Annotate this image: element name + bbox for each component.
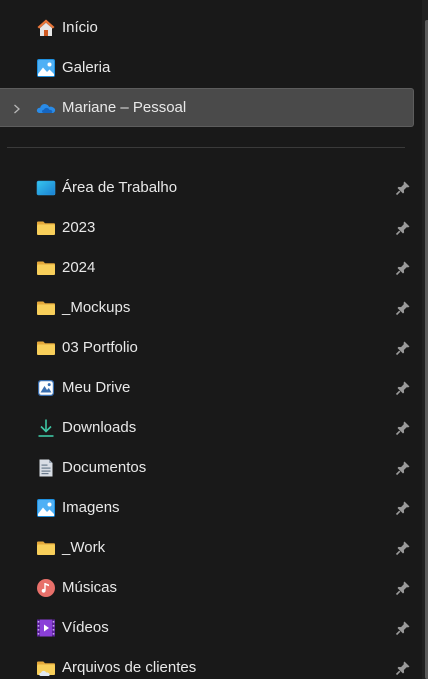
nav-item-2024[interactable]: 2024 (0, 248, 414, 288)
navigation-pane: Início Galeria Mariane – Pessoal Área de… (0, 0, 428, 679)
folder-icon (36, 218, 56, 238)
nav-item-documentos[interactable]: Documentos (0, 448, 414, 488)
nav-item-label: _Work (62, 539, 106, 556)
gallery-icon (36, 58, 56, 78)
documents-icon (36, 458, 56, 478)
nav-item-label: _Mockups (62, 299, 131, 316)
pin-icon[interactable] (395, 620, 411, 636)
drive-icon (36, 378, 56, 398)
pin-icon[interactable] (395, 540, 411, 556)
folder-icon (36, 338, 56, 358)
pin-icon[interactable] (395, 500, 411, 516)
nav-item-imagens[interactable]: Imagens (0, 488, 414, 528)
pin-icon[interactable] (395, 340, 411, 356)
pin-icon[interactable] (395, 300, 411, 316)
nav-item-label: Galeria (62, 59, 111, 76)
folder-icon (36, 538, 56, 558)
pin-icon[interactable] (395, 460, 411, 476)
nav-item-area-de-trabalho[interactable]: Área de Trabalho (0, 168, 414, 208)
section-divider (7, 147, 405, 148)
folder-icon (36, 298, 56, 318)
pin-icon[interactable] (395, 180, 411, 196)
pin-icon[interactable] (395, 660, 411, 676)
shared-folder-icon (36, 658, 56, 678)
nav-item-mockups[interactable]: _Mockups (0, 288, 414, 328)
nav-item-meu-drive[interactable]: Meu Drive (0, 368, 414, 408)
videos-icon (36, 618, 56, 638)
desktop-icon (36, 178, 56, 198)
nav-item-label: Documentos (62, 459, 147, 476)
onedrive-cloud-icon (36, 98, 56, 118)
nav-item-work[interactable]: _Work (0, 528, 414, 568)
nav-item-musicas[interactable]: Músicas (0, 568, 414, 608)
nav-item-label: Início (62, 19, 98, 36)
pictures-icon (36, 498, 56, 518)
nav-item-label: Arquivos de clientes (62, 659, 197, 676)
chevron-right-icon[interactable] (10, 101, 24, 117)
nav-item-03-portfolio[interactable]: 03 Portfolio (0, 328, 414, 368)
nav-item-label: 2023 (62, 219, 96, 236)
folder-icon (36, 258, 56, 278)
music-icon (36, 578, 56, 598)
nav-item-galeria[interactable]: Galeria (0, 48, 414, 88)
pin-icon[interactable] (395, 260, 411, 276)
pin-icon[interactable] (395, 380, 411, 396)
nav-item-label: Meu Drive (62, 379, 131, 396)
nav-item-label: 2024 (62, 259, 96, 276)
download-icon (36, 418, 56, 438)
pin-icon[interactable] (395, 420, 411, 436)
nav-item-downloads[interactable]: Downloads (0, 408, 414, 448)
nav-item-label: Vídeos (62, 619, 109, 636)
pin-icon[interactable] (395, 580, 411, 596)
nav-item-label: Área de Trabalho (62, 179, 178, 196)
nav-item-2023[interactable]: 2023 (0, 208, 414, 248)
nav-item-label: Músicas (62, 579, 118, 596)
pin-icon[interactable] (395, 220, 411, 236)
nav-item-label: Imagens (62, 499, 120, 516)
nav-item-label: Downloads (62, 419, 137, 436)
nav-item-onedrive-personal[interactable]: Mariane – Pessoal (0, 88, 414, 127)
nav-item-arquivos-de-clientes[interactable]: Arquivos de clientes (0, 648, 414, 679)
nav-item-label: Mariane – Pessoal (62, 99, 187, 116)
scrollbar[interactable] (422, 0, 428, 679)
nav-item-label: 03 Portfolio (62, 339, 138, 356)
nav-item-inicio[interactable]: Início (0, 8, 414, 48)
nav-item-videos[interactable]: Vídeos (0, 608, 414, 648)
home-icon (36, 18, 56, 38)
